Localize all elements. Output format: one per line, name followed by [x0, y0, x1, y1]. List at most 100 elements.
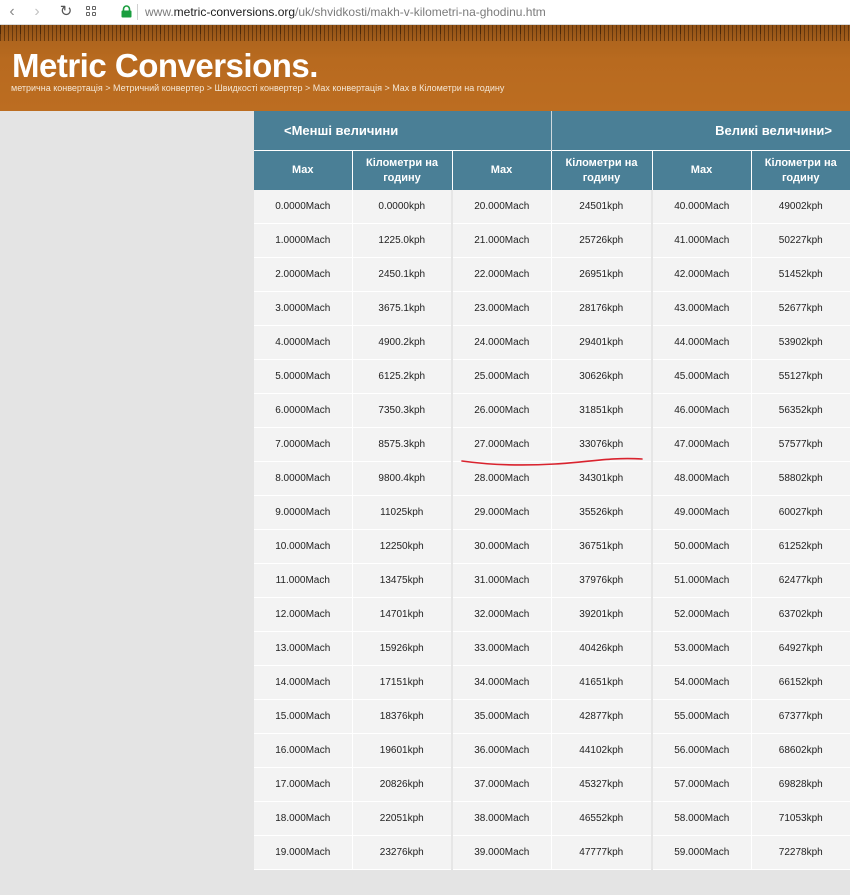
mach-value-cell: 54.000Mach — [651, 665, 751, 700]
kph-value-cell: 46552kph — [550, 801, 652, 836]
mach-value-cell: 34.000Mach — [451, 665, 551, 700]
mach-value-cell: 3.0000Mach — [254, 291, 352, 326]
kph-value-cell: 62477kph — [750, 563, 850, 598]
mach-value-cell: 40.000Mach — [651, 190, 751, 224]
table-row: 8.0000Mach 9800.4kph 28.000Mach 34301kph 48.… — [254, 461, 850, 496]
mach-value-cell: 14.000Mach — [254, 665, 352, 700]
kph-value-cell: 20826kph — [351, 767, 452, 802]
site-logo[interactable]: Metric Conversions. — [12, 47, 318, 85]
reload-icon[interactable]: ↻ — [58, 0, 74, 24]
kph-value-cell: 63702kph — [750, 597, 850, 632]
url-separator — [137, 4, 138, 20]
column-header-kph: Кілометри на годину — [750, 150, 850, 190]
back-arrow-icon[interactable]: ‹ — [5, 0, 19, 24]
kph-value-cell: 30626kph — [550, 359, 652, 394]
mach-value-cell: 4.0000Mach — [254, 325, 352, 360]
column-header-kph: Кілометри на годину — [351, 150, 452, 190]
ruler-decoration — [0, 25, 850, 41]
mach-value-cell: 37.000Mach — [451, 767, 551, 802]
kph-value-cell: 24501kph — [550, 190, 652, 224]
kph-value-cell: 22051kph — [351, 801, 452, 836]
mach-value-cell: 24.000Mach — [451, 325, 551, 360]
kph-value-cell: 29401kph — [550, 325, 652, 360]
kph-value-cell: 15926kph — [351, 631, 452, 666]
kph-value-cell: 25726kph — [550, 223, 652, 258]
mach-value-cell: 10.000Mach — [254, 529, 352, 564]
kph-value-cell: 6125.2kph — [351, 359, 452, 394]
kph-value-cell: 4900.2kph — [351, 325, 452, 360]
mach-value-cell: 48.000Mach — [651, 461, 751, 496]
mach-value-cell: 18.000Mach — [254, 801, 352, 836]
kph-value-cell: 60027kph — [750, 495, 850, 530]
table-row: 11.000Mach 13475kph 31.000Mach 37976kph 51.0… — [254, 563, 850, 598]
kph-value-cell: 0.0000kph — [351, 190, 452, 224]
mach-value-cell: 33.000Mach — [451, 631, 551, 666]
kph-value-cell: 40426kph — [550, 631, 652, 666]
kph-value-cell: 72278kph — [750, 835, 850, 870]
kph-value-cell: 18376kph — [351, 699, 452, 734]
kph-value-cell: 11025kph — [351, 495, 452, 530]
larger-values-link[interactable]: Великі величини> — [551, 111, 850, 151]
kph-value-cell: 28176kph — [550, 291, 652, 326]
browser-toolbar: ‹ › ↻ www.metric-conversions.org/uk/shvi… — [0, 0, 850, 25]
kph-value-cell: 64927kph — [750, 631, 850, 666]
table-row: 13.000Mach 15926kph 33.000Mach 40426kph 53.0… — [254, 631, 850, 666]
kph-value-cell: 50227kph — [750, 223, 850, 258]
mach-value-cell: 43.000Mach — [651, 291, 751, 326]
mach-value-cell: 19.000Mach — [254, 835, 352, 870]
mach-value-cell: 23.000Mach — [451, 291, 551, 326]
mach-value-cell: 57.000Mach — [651, 767, 751, 802]
kph-value-cell: 68602kph — [750, 733, 850, 768]
table-row: 15.000Mach 18376kph 35.000Mach 42877kph 55.0… — [254, 699, 850, 734]
mach-value-cell: 26.000Mach — [451, 393, 551, 428]
mach-value-cell: 50.000Mach — [651, 529, 751, 564]
mach-value-cell: 0.0000Mach — [254, 190, 352, 224]
kph-value-cell: 3675.1kph — [351, 291, 452, 326]
address-bar-url[interactable]: www.metric-conversions.org/uk/shvidkosti… — [145, 0, 546, 24]
mach-value-cell: 6.0000Mach — [254, 393, 352, 428]
smaller-values-link[interactable]: <Менші величини — [254, 111, 552, 151]
kph-value-cell: 36751kph — [550, 529, 652, 564]
column-header-mach: Мах — [651, 150, 751, 190]
mach-value-cell: 15.000Mach — [254, 699, 352, 734]
kph-value-cell: 9800.4kph — [351, 461, 452, 496]
mach-value-cell: 30.000Mach — [451, 529, 551, 564]
mach-value-cell: 45.000Mach — [651, 359, 751, 394]
kph-value-cell: 31851kph — [550, 393, 652, 428]
table-row: 7.0000Mach 8575.3kph 27.000Mach 33076kph 47.… — [254, 427, 850, 462]
mach-value-cell: 44.000Mach — [651, 325, 751, 360]
kph-value-cell: 37976kph — [550, 563, 652, 598]
mach-value-cell: 53.000Mach — [651, 631, 751, 666]
kph-value-cell: 26951kph — [550, 257, 652, 292]
mach-value-cell: 58.000Mach — [651, 801, 751, 836]
mach-value-cell: 42.000Mach — [651, 257, 751, 292]
kph-value-cell: 8575.3kph — [351, 427, 452, 462]
table-body: 0.0000Mach 0.0000kph 20.000Mach 24501kph 40.… — [254, 190, 850, 870]
table-row: 18.000Mach 22051kph 38.000Mach 46552kph 58.0… — [254, 801, 850, 836]
apps-grid-icon[interactable] — [86, 6, 98, 18]
table-row: 17.000Mach 20826kph 37.000Mach 45327kph 57.0… — [254, 767, 850, 802]
kph-value-cell: 49002kph — [750, 190, 850, 224]
breadcrumb[interactable]: метрична конвертація > Метричний конверт… — [11, 82, 504, 94]
kph-value-cell: 71053kph — [750, 801, 850, 836]
kph-value-cell: 55127kph — [750, 359, 850, 394]
table-row: 9.0000Mach 11025kph 29.000Mach 35526kph 49.0… — [254, 495, 850, 530]
mach-value-cell: 20.000Mach — [451, 190, 551, 224]
kph-value-cell: 67377kph — [750, 699, 850, 734]
mach-value-cell: 2.0000Mach — [254, 257, 352, 292]
column-header-kph: Кілометри на годину — [550, 150, 652, 190]
mach-value-cell: 9.0000Mach — [254, 495, 352, 530]
site-header: Metric Conversions. метрична конвертація… — [0, 25, 850, 111]
table-row: 16.000Mach 19601kph 36.000Mach 44102kph 56.0… — [254, 733, 850, 768]
forward-arrow-icon[interactable]: › — [30, 0, 44, 24]
mach-value-cell: 29.000Mach — [451, 495, 551, 530]
mach-value-cell: 49.000Mach — [651, 495, 751, 530]
table-row: 12.000Mach 14701kph 32.000Mach 39201kph 52.0… — [254, 597, 850, 632]
lock-icon[interactable] — [121, 5, 132, 18]
mach-value-cell: 52.000Mach — [651, 597, 751, 632]
mach-value-cell: 46.000Mach — [651, 393, 751, 428]
mach-value-cell: 16.000Mach — [254, 733, 352, 768]
kph-value-cell: 17151kph — [351, 665, 452, 700]
mach-value-cell: 41.000Mach — [651, 223, 751, 258]
kph-value-cell: 56352kph — [750, 393, 850, 428]
